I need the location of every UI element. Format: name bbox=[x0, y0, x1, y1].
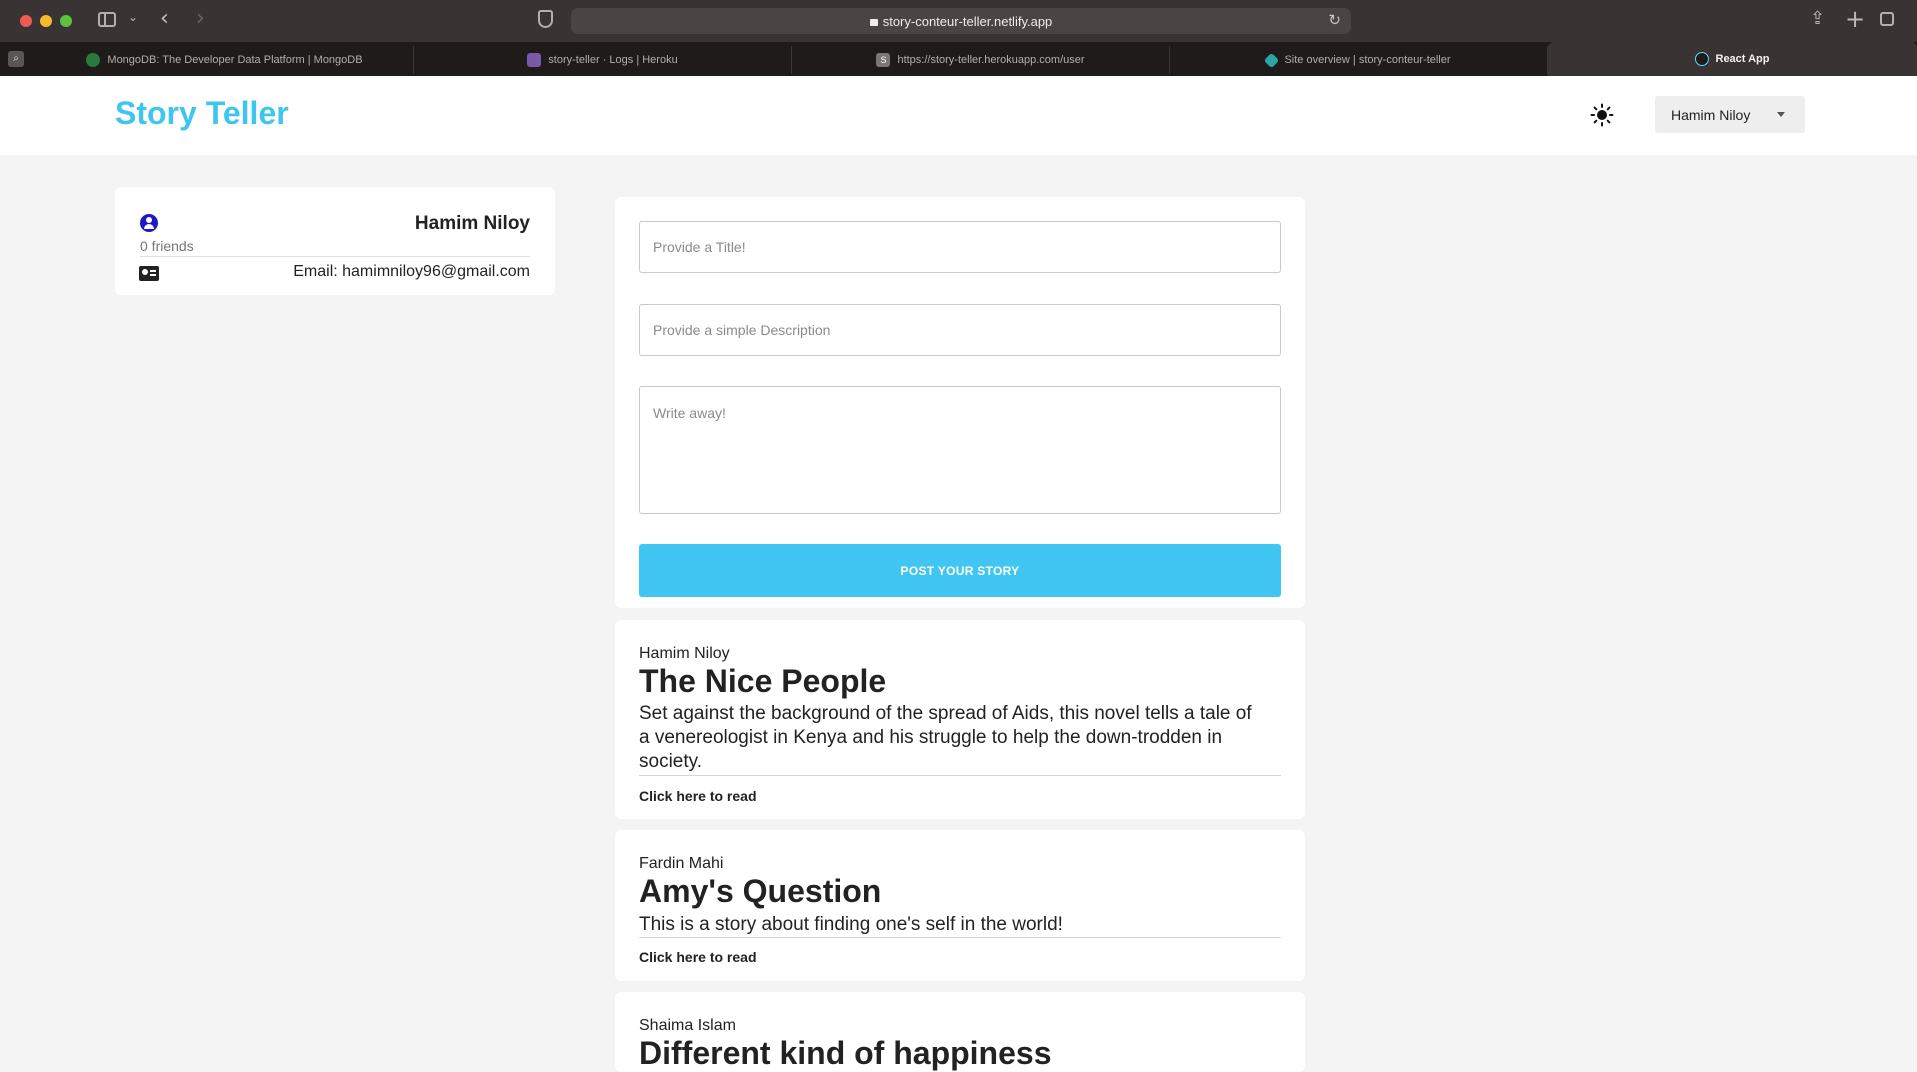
close-window-button[interactable] bbox=[20, 15, 32, 27]
back-icon[interactable]: ‹ bbox=[160, 6, 169, 31]
tab-search-icon[interactable]: ⌕ bbox=[8, 51, 24, 67]
story-divider bbox=[639, 775, 1281, 776]
reload-icon[interactable]: ↻ bbox=[1328, 11, 1341, 29]
story-title-input[interactable] bbox=[639, 221, 1281, 273]
story-form-card: POST YOUR STORY bbox=[615, 197, 1305, 608]
story-author: Hamim Niloy bbox=[639, 645, 730, 662]
browser-tabbar: ⌕ MongoDB: The Developer Data Platform |… bbox=[0, 42, 1917, 76]
story-divider bbox=[639, 937, 1281, 938]
story-author: Shaima Islam bbox=[639, 1017, 736, 1034]
story-card: Shaima Islam Different kind of happiness bbox=[615, 992, 1305, 1072]
user-menu-dropdown[interactable]: Hamim Niloy bbox=[1655, 96, 1805, 133]
tab-mongodb[interactable]: MongoDB: The Developer Data Platform | M… bbox=[36, 46, 414, 74]
browser-titlebar: ⌄ ‹ › story-conteur-teller.netlify.app ↻… bbox=[0, 0, 1917, 42]
friends-count: 0 friends bbox=[140, 238, 194, 254]
profile-card: Hamim Niloy 0 friends Email: hamimniloy9… bbox=[115, 187, 555, 295]
s-favicon-icon: S bbox=[876, 53, 891, 67]
user-menu-label: Hamim Niloy bbox=[1671, 106, 1751, 123]
lock-icon bbox=[869, 19, 878, 26]
story-title: Amy's Question bbox=[639, 873, 882, 909]
chevron-down-icon[interactable]: ⌄ bbox=[128, 10, 138, 24]
tab-label: story-teller · Logs | Heroku bbox=[548, 54, 678, 66]
address-bar[interactable]: story-conteur-teller.netlify.app ↻ bbox=[571, 8, 1351, 34]
story-description: This is a story about finding one's self… bbox=[639, 914, 1063, 935]
react-favicon-icon bbox=[1694, 52, 1709, 66]
story-card: Hamim Niloy The Nice People Set against … bbox=[615, 620, 1305, 819]
privacy-shield-icon[interactable] bbox=[538, 10, 553, 28]
tab-heroku-user[interactable]: S https://story-teller.herokuapp.com/use… bbox=[792, 46, 1170, 74]
tab-label: https://story-teller.herokuapp.com/user bbox=[897, 54, 1085, 66]
heroku-favicon-icon bbox=[527, 53, 542, 67]
profile-name: Hamim Niloy bbox=[414, 213, 530, 234]
read-story-link[interactable]: Click here to read bbox=[639, 788, 757, 804]
tab-label: MongoDB: The Developer Data Platform | M… bbox=[107, 54, 363, 66]
share-icon[interactable]: ⇪ bbox=[1810, 8, 1825, 29]
mongodb-favicon-icon bbox=[86, 53, 101, 67]
url-text: story-conteur-teller.netlify.app bbox=[571, 14, 1351, 29]
tab-label: React App bbox=[1715, 53, 1770, 65]
netlify-favicon-icon bbox=[1264, 52, 1280, 68]
app-header: Story Teller Hamim Niloy bbox=[0, 76, 1917, 155]
profile-divider bbox=[140, 256, 530, 257]
minimize-window-button[interactable] bbox=[40, 15, 52, 27]
tab-label: Site overview | story-conteur-teller bbox=[1284, 54, 1451, 66]
brand-logo[interactable]: Story Teller bbox=[115, 95, 289, 132]
sun-icon[interactable] bbox=[1590, 103, 1614, 127]
user-circle-icon bbox=[140, 214, 158, 232]
new-tab-icon[interactable]: + bbox=[1845, 5, 1865, 33]
story-body-textarea[interactable] bbox=[639, 386, 1281, 514]
sidebar-toggle-icon[interactable] bbox=[98, 12, 116, 27]
url-value: story-conteur-teller.netlify.app bbox=[882, 14, 1053, 29]
tab-react-app[interactable]: React App bbox=[1548, 42, 1917, 76]
caret-down-icon bbox=[1777, 112, 1785, 117]
story-description-input[interactable] bbox=[639, 304, 1281, 356]
id-card-icon bbox=[139, 266, 159, 281]
forward-icon[interactable]: › bbox=[196, 6, 205, 31]
profile-email: Email: hamimniloy96@gmail.com bbox=[293, 263, 530, 280]
story-author: Fardin Mahi bbox=[639, 855, 724, 872]
post-story-button[interactable]: POST YOUR STORY bbox=[639, 544, 1281, 597]
tab-netlify-overview[interactable]: Site overview | story-conteur-teller bbox=[1170, 46, 1548, 74]
tab-heroku-logs[interactable]: story-teller · Logs | Heroku bbox=[414, 46, 792, 74]
zoom-window-button[interactable] bbox=[60, 15, 72, 27]
story-description: Set against the background of the spread… bbox=[639, 703, 1252, 772]
read-story-link[interactable]: Click here to read bbox=[639, 949, 757, 965]
story-title: Different kind of happiness bbox=[639, 1035, 1052, 1071]
story-title: The Nice People bbox=[639, 663, 887, 699]
story-card: Fardin Mahi Amy's Question This is a sto… bbox=[615, 830, 1305, 981]
tab-overview-icon[interactable] bbox=[1880, 12, 1894, 26]
